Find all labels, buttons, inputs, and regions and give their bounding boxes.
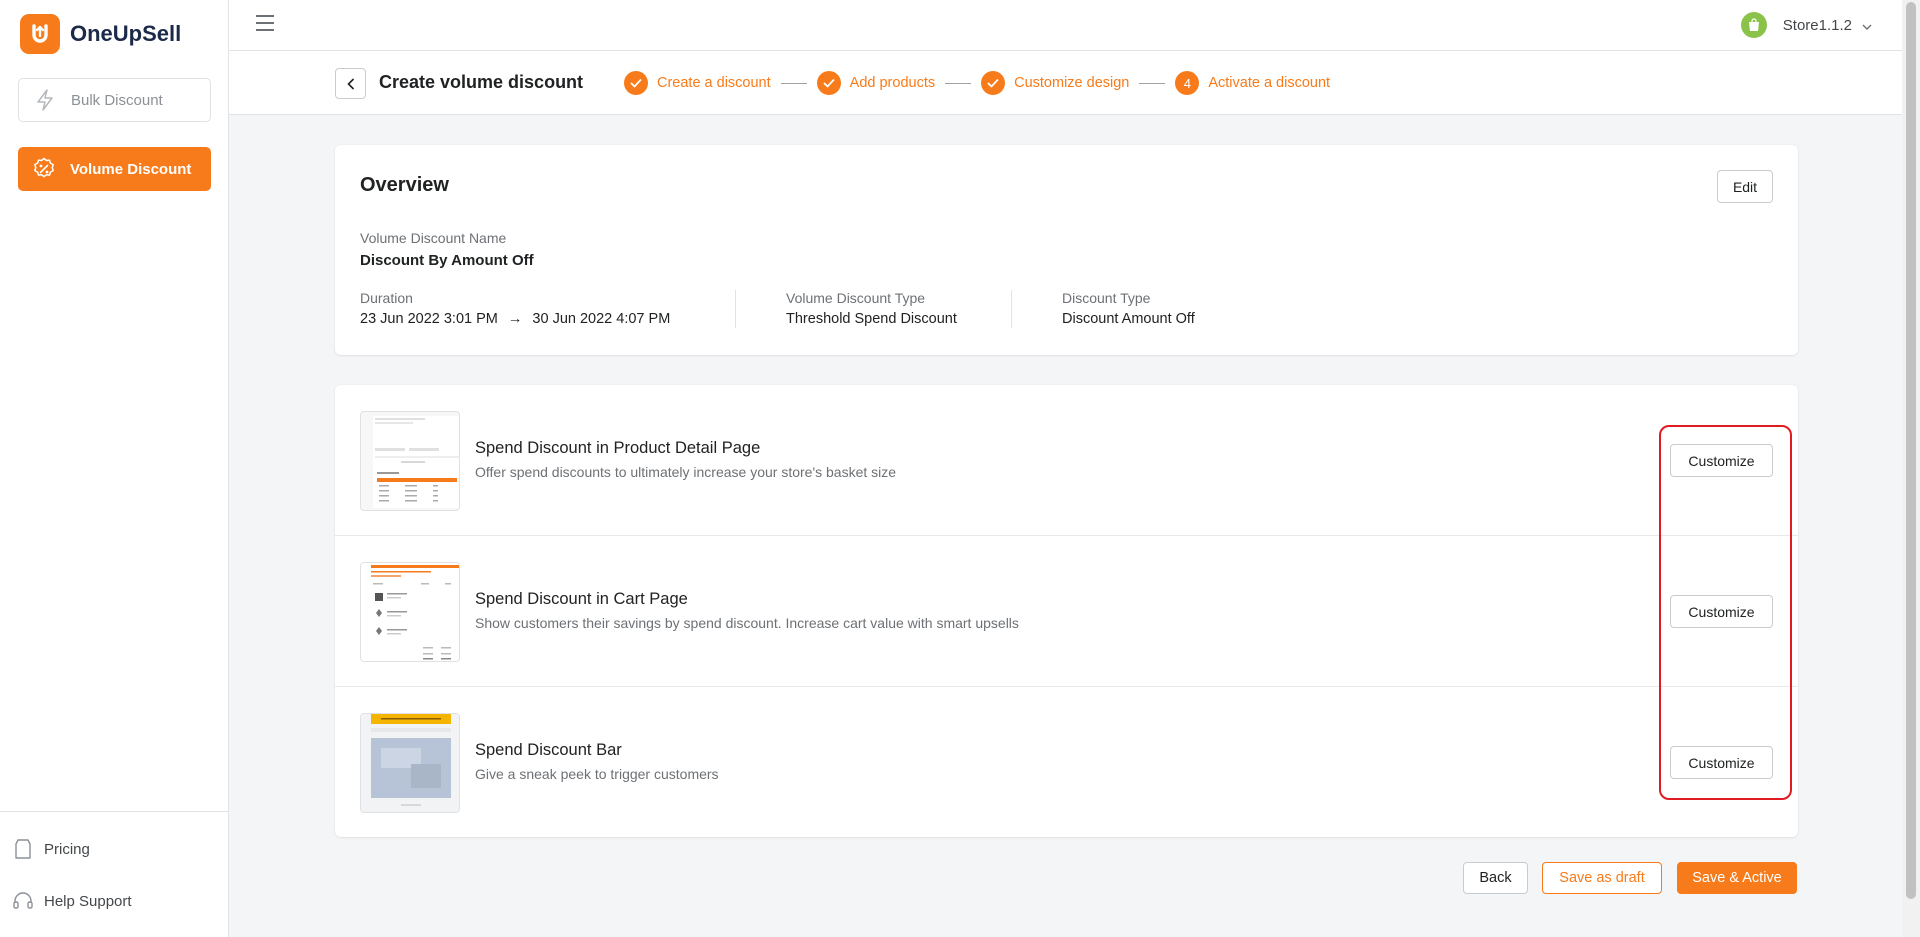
customize-product-page-button[interactable]: Customize [1670,444,1773,477]
customize-cart-page-button[interactable]: Customize [1670,595,1773,628]
scrollbar-thumb[interactable] [1906,2,1916,899]
duration-end: 30 Jun 2022 4:07 PM [532,311,671,327]
back-arrow-button[interactable] [335,68,366,99]
app-logo[interactable]: OneUpSell [20,14,181,54]
sidebar-item-label: Pricing [44,840,90,858]
volume-discount-type-label: Volume Discount Type [786,290,926,306]
step-customize-design[interactable]: Customize design [981,71,1129,95]
sidebar-item-help-support[interactable]: Help Support [12,890,132,912]
price-tag-icon [12,838,34,860]
duration-value: 23 Jun 2022 3:01 PM → 30 Jun 2022 4:07 P… [360,311,670,327]
overview-title: Overview [360,174,449,196]
design-description: Show customers their savings by spend di… [475,615,1019,631]
edit-button[interactable]: Edit [1717,170,1773,203]
step-connector [780,82,807,84]
design-title: Spend Discount Bar [475,741,622,759]
step-header: Create volume discount Create a discount… [229,51,1902,115]
sidebar-item-bulk-discount[interactable]: Bulk Discount [18,78,211,122]
sidebar-item-pricing[interactable]: Pricing [12,838,90,860]
headset-icon [12,890,34,912]
shopify-bag-icon [1740,12,1767,38]
list-item: Spend Discount in Cart Page Show custome… [335,536,1798,687]
arrow-right-icon: → [507,311,523,327]
sidebar-item-volume-discount[interactable]: Volume Discount [18,147,211,191]
check-icon [981,71,1006,95]
step-label: Add products [849,75,936,91]
progress-stepper: Create a discount Add products Customize… [624,71,1330,95]
design-description: Give a sneak peek to trigger customers [475,766,719,782]
sidebar-item-label: Volume Discount [70,160,192,178]
check-icon [624,71,648,95]
discount-type-value: Discount Amount Off [1062,311,1195,327]
check-icon [816,71,841,95]
sidebar-item-label: Bulk Discount [71,91,163,109]
volume-discount-type-value: Threshold Spend Discount [786,311,957,327]
sidebar: OneUpSell Bulk Discount Volume Discount … [0,0,229,937]
discount-bar-preview-thumbnail [360,713,460,813]
duration-start: 23 Jun 2022 3:01 PM [360,311,498,327]
design-title: Spend Discount in Product Detail Page [475,439,761,457]
sidebar-divider [0,811,229,812]
save-active-button[interactable]: Save & Active [1677,862,1797,894]
discount-badge-icon [32,157,56,181]
step-label: Create a discount [657,75,771,91]
step-connector [945,82,972,84]
app-name: OneUpSell [70,21,182,46]
step-number: 4 [1175,71,1200,95]
overview-card: Overview Edit Volume Discount Name Disco… [335,145,1798,355]
lightning-icon [33,88,57,112]
customize-discount-bar-button[interactable]: Customize [1670,746,1773,779]
chevron-left-icon [346,77,354,90]
sidebar-item-label: Help Support [44,892,132,910]
store-name: Store1.1.2 [1782,16,1852,34]
design-title: Spend Discount in Cart Page [475,590,688,608]
menu-icon[interactable] [256,15,276,33]
step-create-discount[interactable]: Create a discount [624,71,771,95]
back-button[interactable]: Back [1463,862,1528,894]
page-title: Create volume discount [379,72,584,92]
discount-name-label: Volume Discount Name [360,230,507,246]
product-page-preview-thumbnail [360,411,460,511]
chevron-down-icon [1862,17,1872,34]
list-item: Spend Discount Bar Give a sneak peek to … [335,687,1798,838]
duration-label: Duration [360,290,413,306]
step-label: Activate a discount [1208,75,1331,91]
step-add-products[interactable]: Add products [816,71,936,95]
discount-type-label: Discount Type [1062,290,1151,306]
design-description: Offer spend discounts to ultimately incr… [475,464,897,480]
design-list-card: Spend Discount in Product Detail Page Of… [335,385,1798,837]
scrollbar[interactable] [1902,0,1920,937]
list-item: Spend Discount in Product Detail Page Of… [335,385,1798,536]
discount-name-value: Discount By Amount Off [360,252,534,269]
cart-page-preview-thumbnail [360,562,460,662]
step-activate-discount[interactable]: 4 Activate a discount [1175,71,1330,95]
step-label: Customize design [1014,75,1130,91]
save-draft-button[interactable]: Save as draft [1542,862,1662,894]
divider [735,290,736,328]
divider [1011,290,1012,328]
step-connector [1139,82,1166,84]
logo-icon [20,14,60,54]
store-switcher[interactable]: Store1.1.2 [1740,12,1872,38]
top-bar: Store1.1.2 [229,0,1902,51]
